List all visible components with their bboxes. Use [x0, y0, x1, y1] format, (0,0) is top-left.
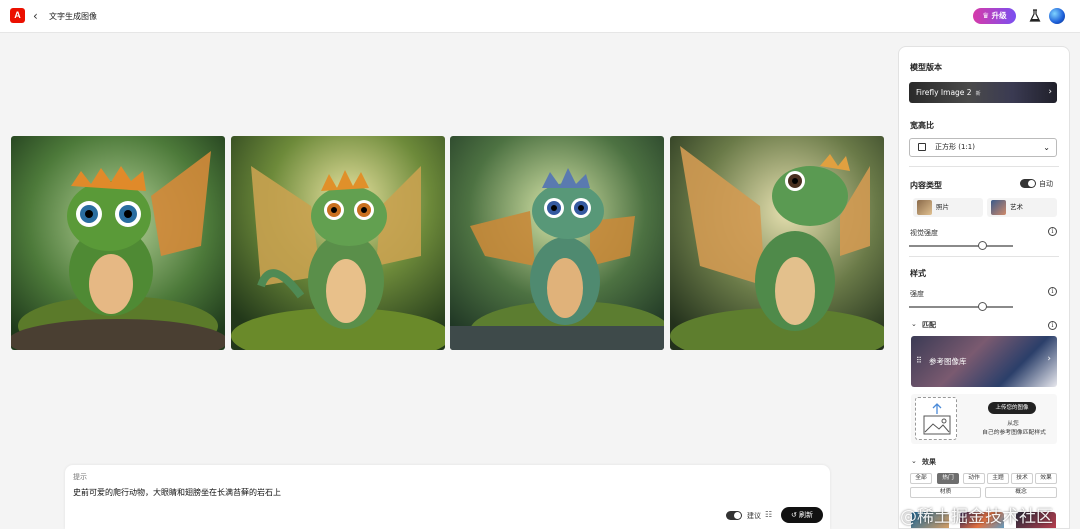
refresh-label: 刷新 [799, 511, 814, 519]
visual-intensity-label: 视觉强度 [910, 229, 938, 237]
page-title: 文字生成图像 [49, 12, 97, 21]
generated-image-4[interactable] [670, 136, 884, 350]
prompt-label: 提示 [73, 473, 87, 481]
content-type-photo[interactable]: 照片 [913, 198, 983, 217]
aspect-ratio-select[interactable]: 正方形 (1:1) ⌄ [909, 138, 1057, 157]
info-icon[interactable]: i [1048, 287, 1057, 296]
upgrade-button[interactable]: ♛ 升级 [973, 8, 1016, 24]
chevron-down-icon: ⌄ [1043, 143, 1050, 152]
chevron-left-icon[interactable]: ‹ [33, 8, 43, 24]
chevron-down-icon[interactable]: ⌄ [911, 320, 917, 328]
photo-thumbnail [917, 200, 932, 215]
art-thumbnail [991, 200, 1006, 215]
auto-label: 自动 [1039, 180, 1053, 188]
effect-tab-technique[interactable]: 技术 [1011, 473, 1033, 484]
slider-handle[interactable] [978, 241, 988, 250]
upload-from-text: 从您 [1007, 421, 1019, 427]
visual-intensity-slider[interactable] [909, 241, 1013, 250]
refresh-icon: ↺ [790, 511, 797, 519]
model-version-selector[interactable]: Firefly Image 2新 › [909, 82, 1057, 103]
aspect-ratio-heading: 宽高比 [910, 121, 934, 130]
strength-slider[interactable] [909, 302, 1013, 311]
effect-tab-all[interactable]: 全部 [910, 473, 932, 484]
new-badge: 新 [975, 91, 981, 97]
chevron-down-icon[interactable]: ⌄ [911, 457, 917, 465]
chevron-right-icon: › [1047, 354, 1051, 364]
content-type-label: 艺术 [1010, 203, 1023, 211]
grid-icon: ⠿ [916, 356, 922, 365]
content-type-art[interactable]: 艺术 [987, 198, 1057, 217]
upgrade-label: 升级 [991, 11, 1007, 20]
dragon-image [450, 136, 664, 350]
prompt-box: 提示 史前可爱的爬行动物，大眼睛和翅膀坐在长满苔藓的岩石上 建议 ☷ ↺ 刷新 [65, 465, 830, 529]
effect-tab-effects[interactable]: 效果 [1035, 473, 1057, 484]
top-bar: A ‹ 文字生成图像 ♛ 升级 [0, 0, 1080, 33]
divider [909, 166, 1059, 167]
effect-tab-popular[interactable]: 热门 [937, 473, 959, 484]
effect-tab-concept[interactable]: 概念 [985, 487, 1057, 498]
generated-image-1[interactable] [11, 136, 225, 350]
reference-gallery-label: 参考图像库 [929, 357, 967, 366]
auto-toggle[interactable] [1020, 179, 1036, 188]
watermark-text: @稀土掘金技术社区 [900, 507, 1053, 527]
user-avatar-icon[interactable] [1049, 8, 1065, 24]
effect-tab-theme[interactable]: 主题 [987, 473, 1009, 484]
match-heading: 匹配 [922, 321, 936, 329]
effects-heading: 效果 [922, 458, 936, 466]
generated-image-2[interactable] [231, 136, 445, 350]
effect-tab-material[interactable]: 材质 [910, 487, 981, 498]
info-icon[interactable]: i [1048, 321, 1057, 330]
dragon-image [231, 136, 445, 350]
content-type-label: 照片 [936, 203, 949, 211]
upload-description: 自己的参考图像匹配样式 [982, 430, 1046, 436]
settings-panel: 模型版本 Firefly Image 2新 › 宽高比 正方形 (1:1) ⌄ … [898, 46, 1070, 529]
suggestions-icon[interactable]: ☷ [765, 510, 772, 519]
divider [909, 256, 1059, 257]
generated-image-3[interactable] [450, 136, 664, 350]
suggestions-label: 建议 [747, 512, 761, 520]
refresh-button[interactable]: ↺ 刷新 [781, 507, 823, 523]
style-heading: 样式 [910, 269, 926, 278]
slider-handle[interactable] [978, 302, 988, 311]
upload-image-button[interactable]: 上传您的图像 [988, 402, 1036, 414]
suggestions-toggle[interactable] [726, 511, 742, 520]
info-icon[interactable]: i [1048, 227, 1057, 236]
dragon-image [670, 136, 884, 350]
effect-tab-motion[interactable]: 动作 [963, 473, 985, 484]
reference-gallery-button[interactable]: ⠿ 参考图像库 › [911, 336, 1057, 387]
crown-icon: ♛ [982, 11, 990, 20]
upload-reference-area[interactable]: 上传您的图像 从您 自己的参考图像匹配样式 [911, 394, 1057, 444]
chevron-right-icon: › [1048, 87, 1052, 97]
dragon-image [11, 136, 225, 350]
prompt-input[interactable]: 史前可爱的爬行动物，大眼睛和翅膀坐在长满苔藓的岩石上 [73, 487, 281, 498]
aspect-ratio-value: 正方形 (1:1) [935, 143, 975, 151]
square-icon [918, 143, 926, 151]
strength-label: 强度 [910, 290, 924, 298]
content-type-heading: 内容类型 [910, 181, 942, 190]
image-placeholder-icon[interactable] [915, 397, 957, 440]
flask-icon[interactable] [1029, 9, 1041, 23]
model-version-value: Firefly Image 2 [916, 88, 972, 97]
model-version-heading: 模型版本 [910, 63, 942, 72]
adobe-logo-icon[interactable]: A [10, 8, 25, 23]
